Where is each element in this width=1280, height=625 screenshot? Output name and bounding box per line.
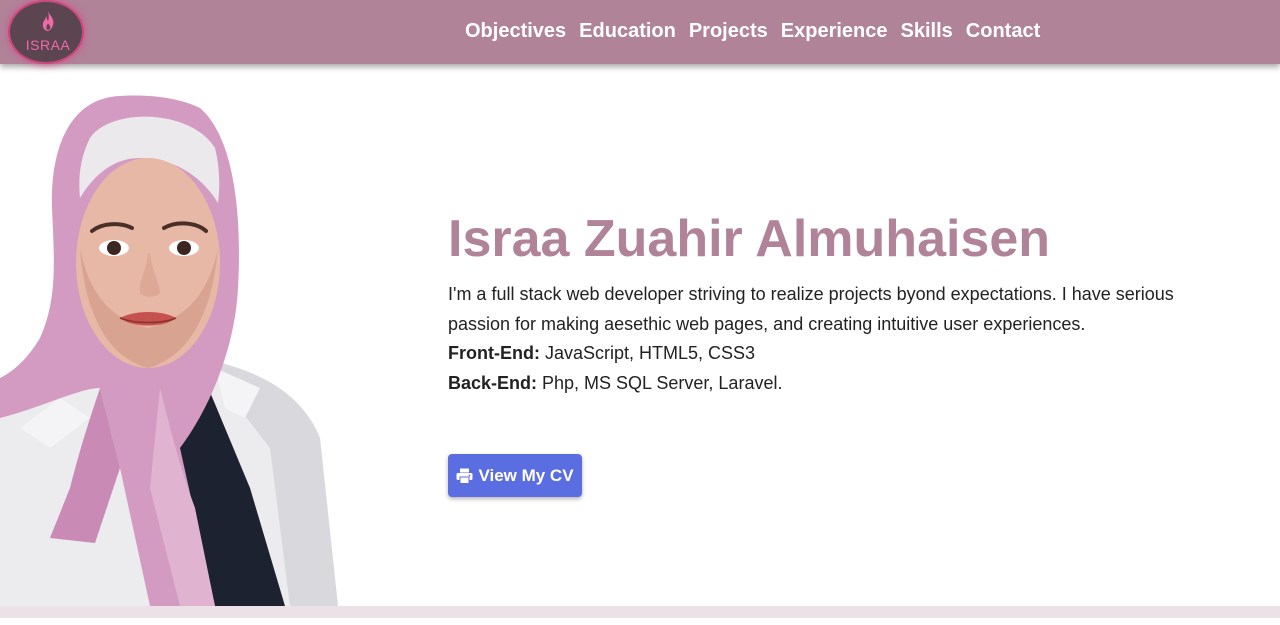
flame-icon [42, 11, 54, 31]
nav-link-skills[interactable]: Skills [901, 17, 953, 45]
front-end-label: Front-End: [448, 343, 540, 363]
nav-link-objectives[interactable]: Objectives [465, 17, 566, 45]
nav-link-experience[interactable]: Experience [781, 17, 888, 45]
back-end-line: Back-End: Php, MS SQL Server, Laravel. [448, 369, 1208, 399]
view-cv-label: View My CV [478, 465, 574, 485]
navbar: ISRAA Objectives Education Projects Expe… [0, 0, 1280, 64]
nav-link-contact[interactable]: Contact [966, 17, 1040, 45]
front-end-value: JavaScript, HTML5, CSS3 [539, 343, 756, 363]
nav-link-projects[interactable]: Projects [689, 17, 768, 45]
hero-section: Israa Zuahir Almuhaisen I'm a full stack… [448, 208, 1208, 398]
printer-icon [456, 468, 473, 484]
logo[interactable]: ISRAA [8, 0, 84, 64]
nav-link-education[interactable]: Education [579, 17, 676, 45]
logo-text: ISRAA [25, 37, 71, 53]
front-end-line: Front-End: JavaScript, HTML5, CSS3 [448, 339, 1208, 369]
nav-menu: Objectives Education Projects Experience… [465, 17, 1040, 45]
back-end-value: Php, MS SQL Server, Laravel. [537, 372, 783, 393]
profile-photo [0, 95, 338, 606]
hero-description: I'm a full stack web developer striving … [448, 284, 1174, 334]
view-cv-button[interactable]: View My CV [448, 454, 582, 497]
section-divider [0, 606, 1280, 625]
back-end-label: Back-End: [448, 372, 538, 393]
hero-name: Israa Zuahir Almuhaisen [448, 210, 1051, 268]
